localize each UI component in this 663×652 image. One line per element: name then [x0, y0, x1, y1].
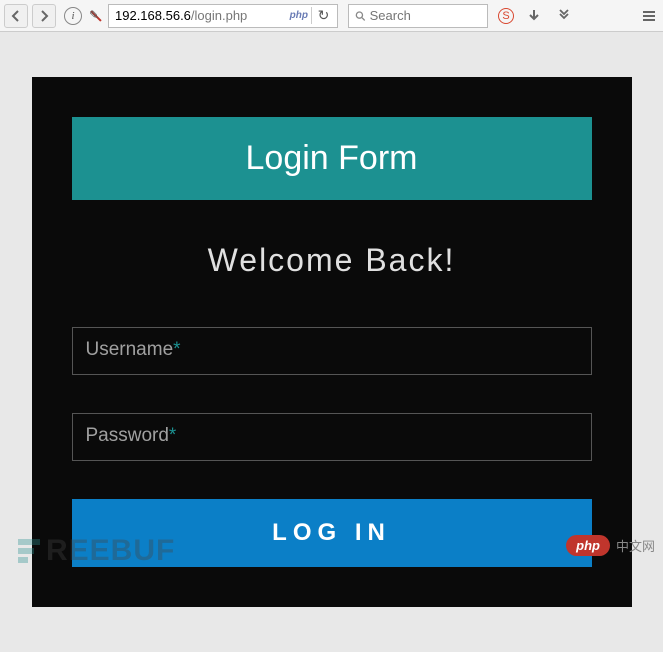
- overflow-icon[interactable]: [554, 6, 574, 26]
- downloads-icon[interactable]: [524, 6, 544, 26]
- php-text: 中文网: [616, 536, 655, 555]
- username-wrapper: Username*: [72, 327, 592, 413]
- reload-button[interactable]: ↻: [311, 7, 331, 24]
- noscript-icon[interactable]: S: [498, 8, 514, 24]
- url-host: 192.168.56.6: [115, 8, 191, 23]
- welcome-text: Welcome Back!: [72, 242, 592, 279]
- search-input[interactable]: [370, 8, 481, 23]
- menu-icon[interactable]: [639, 6, 659, 26]
- watermark-php: php 中文网: [566, 535, 655, 556]
- no-edit-icon: [88, 8, 104, 24]
- freebuf-logo-icon: [18, 539, 40, 563]
- url-badge: php: [287, 10, 311, 21]
- watermark-freebuf: REEBUF: [18, 534, 175, 568]
- info-icon[interactable]: i: [64, 7, 82, 25]
- url-bar[interactable]: 192.168.56.6/login.php php ↻: [108, 4, 338, 28]
- username-field[interactable]: [72, 327, 592, 375]
- login-header: Login Form: [72, 117, 592, 200]
- password-field[interactable]: [72, 413, 592, 461]
- login-card: Login Form Welcome Back! Username* Passw…: [32, 77, 632, 607]
- url-path: /login.php: [191, 8, 247, 23]
- forward-button[interactable]: [32, 4, 56, 28]
- browser-toolbar: i 192.168.56.6/login.php php ↻ S: [0, 0, 663, 32]
- password-wrapper: Password*: [72, 413, 592, 499]
- search-bar[interactable]: [348, 4, 488, 28]
- back-button[interactable]: [4, 4, 28, 28]
- php-pill: php: [566, 535, 610, 556]
- search-icon: [355, 10, 366, 22]
